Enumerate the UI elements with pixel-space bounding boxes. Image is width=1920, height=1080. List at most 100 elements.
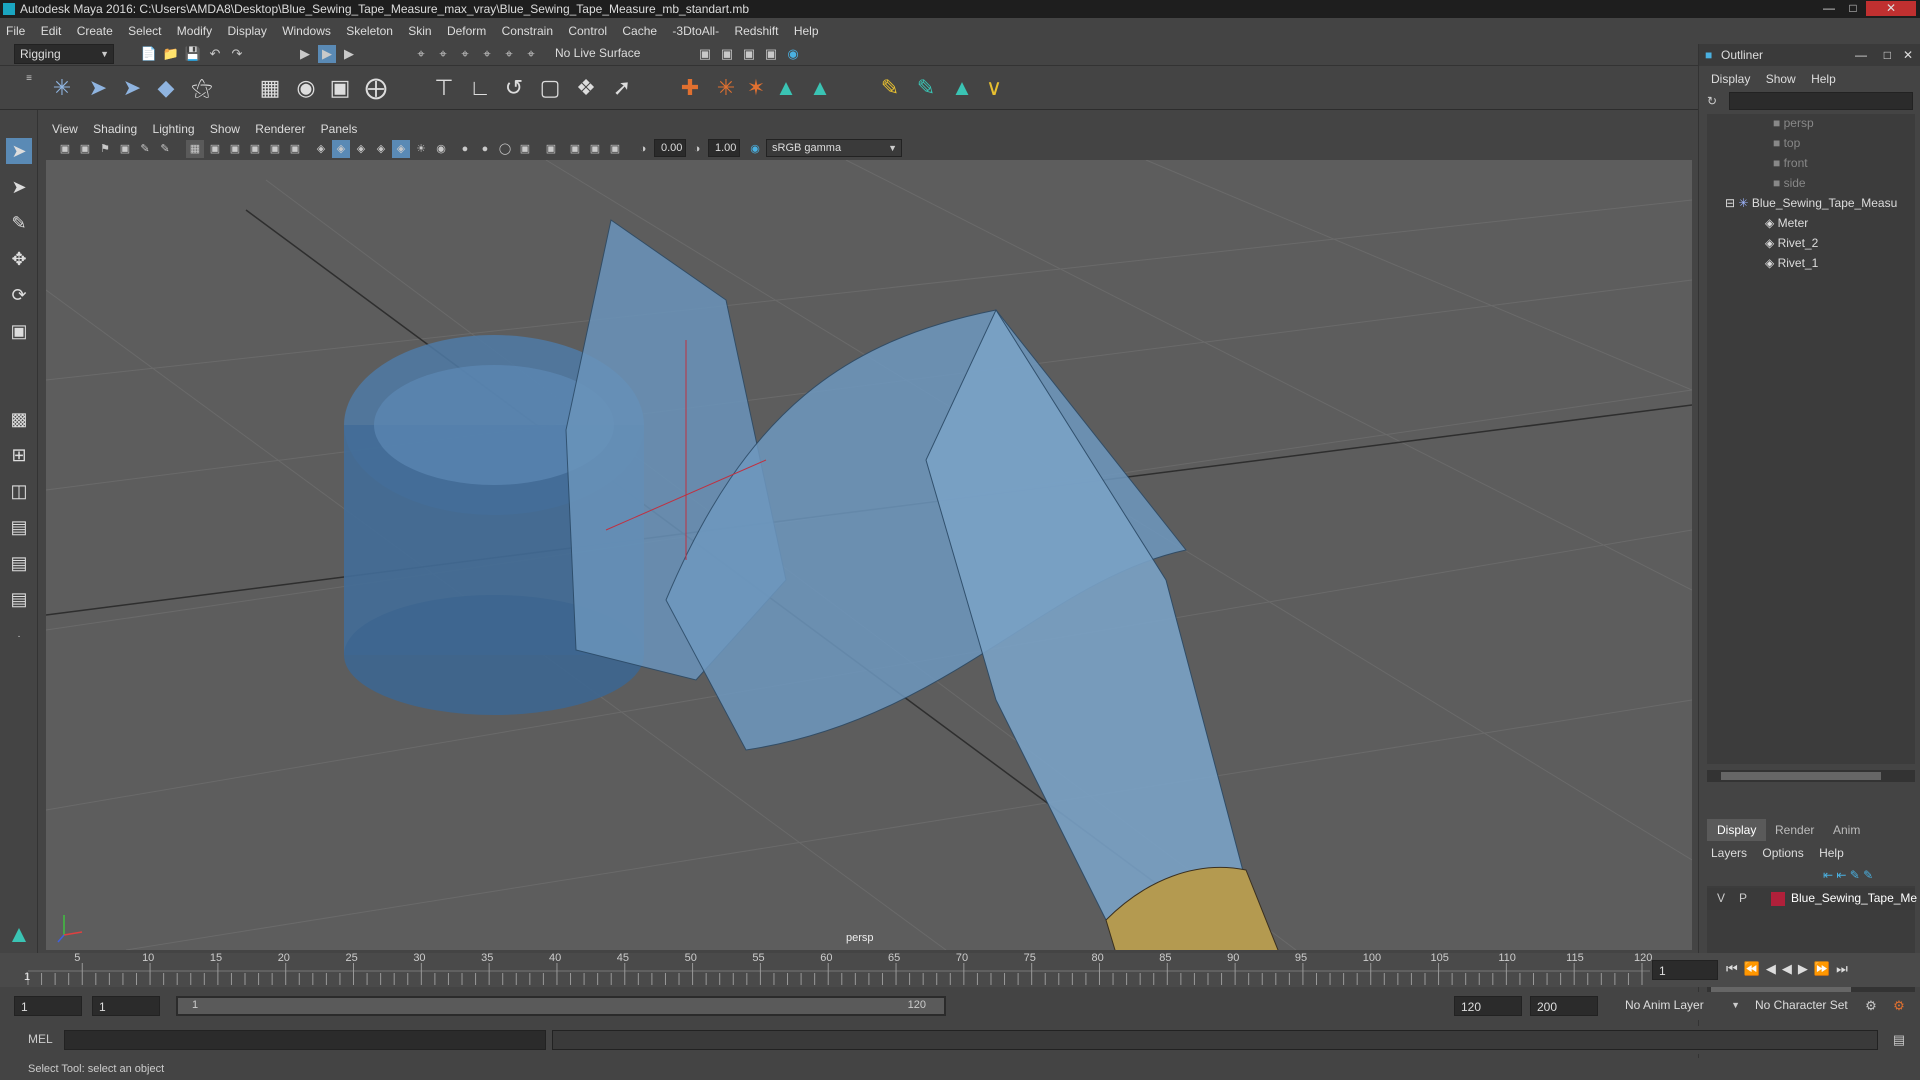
render-frame-icon[interactable]: ▣ [718,45,736,63]
select-hierarchy-icon[interactable]: ▶ [296,45,314,63]
minimize-icon[interactable]: — [1818,1,1840,16]
paint-weights-icon[interactable]: ◉ [292,74,320,102]
grid-toggle-icon[interactable]: ▦ [186,140,204,158]
step-forward-key-icon[interactable]: ⏩ [1814,961,1836,976]
new-scene-icon[interactable]: 📄 [140,45,158,63]
refresh-icon[interactable]: ↻ [1707,94,1723,110]
character-set-dropdown[interactable]: No Character Set [1750,996,1864,1016]
collapse-icon[interactable]: ⊟ [1725,196,1735,210]
tree-item-rivet-2[interactable]: ◈ Rivet_2 [1765,234,1818,252]
menu-edit[interactable]: Edit [35,20,68,42]
tree-item-persp[interactable]: ■ persp [1773,114,1814,132]
step-back-key-icon[interactable]: ⏪ [1744,961,1766,976]
image-plane-icon[interactable]: ▣ [116,140,134,158]
play-forward-icon[interactable]: ▶ [1798,961,1814,976]
grease-pencil-icon[interactable]: ✎ [156,140,174,158]
graph-layout-icon[interactable]: ▤ [6,550,32,576]
layer-name[interactable]: Blue_Sewing_Tape_Me [1791,891,1917,905]
menu-3dtoall[interactable]: -3DtoAll- [666,20,725,42]
xray-joints-icon[interactable]: ▣ [566,140,584,158]
menu-select[interactable]: Select [122,20,167,42]
human-ik-icon[interactable]: ⚝ [188,74,216,102]
scale-tool-icon[interactable]: ▣ [6,318,32,344]
layer-playback-toggle[interactable]: P [1739,891,1747,905]
live-surface-field[interactable]: No Live Surface [550,44,646,64]
menu-create[interactable]: Create [71,20,119,42]
gate-mask-icon[interactable]: ▣ [246,140,264,158]
toolbox-more-icon[interactable]: · [6,624,32,650]
isolate-select-icon[interactable]: ▣ [542,140,560,158]
smooth-shade-icon[interactable]: ◈ [332,140,350,158]
scroll-thumb[interactable] [1721,772,1881,780]
tape-measure-model[interactable] [344,219,1306,950]
outliner-hscrollbar[interactable] [1707,770,1915,782]
locator-icon[interactable]: ✚ [676,74,704,102]
shadows-icon[interactable]: ◉ [432,140,450,158]
safe-action-icon[interactable]: ▣ [286,140,304,158]
start-time-field[interactable]: 1 [14,996,82,1016]
mirror-joint-icon[interactable]: ◆ [152,74,180,102]
exposure-field[interactable]: 0.00 [654,139,686,157]
ik-handle-icon[interactable]: ➤ [84,74,112,102]
layer-color-swatch[interactable] [1771,892,1785,906]
ipr-render-icon[interactable]: ▣ [740,45,758,63]
gamma-field[interactable]: 1.00 [708,139,740,157]
xray-active-icon[interactable]: ▣ [586,140,604,158]
end-time-field[interactable]: 200 [1530,996,1598,1016]
select-component-icon[interactable]: ▶ [340,45,358,63]
joint-tool-icon[interactable]: ✳ [48,74,76,102]
menu-cache[interactable]: Cache [616,20,663,42]
panel-menu-lighting[interactable]: Lighting [147,120,201,138]
menu-modify[interactable]: Modify [171,20,218,42]
antialias-icon[interactable]: ◯ [496,140,514,158]
paint-select-icon[interactable]: ✎ [6,210,32,236]
maya-m3-icon[interactable]: ▲ [948,74,976,102]
point-constraint-icon[interactable]: ⊤ [430,74,458,102]
tree-item-front[interactable]: ■ front [1773,154,1808,172]
four-pane-icon[interactable]: ⊞ [6,442,32,468]
parent-constraint-icon[interactable]: ❖ [572,74,600,102]
range-slider-handle[interactable]: 1 120 [178,998,944,1014]
undo-icon[interactable]: ↶ [206,45,224,63]
orient-constraint-icon[interactable]: ↺ [500,74,528,102]
single-pane-icon[interactable]: ▩ [6,406,32,432]
two-d-pan-icon[interactable]: ✎ [136,140,154,158]
tree-item-meter[interactable]: ◈ Meter [1765,214,1808,232]
ambient-occlusion-icon[interactable]: ● [456,140,474,158]
color-space-dropdown[interactable]: sRGB gamma ▼ [766,139,902,157]
outliner-layout-icon[interactable]: ▤ [6,514,32,540]
save-scene-icon[interactable]: 💾 [184,45,202,63]
maximize-icon[interactable]: □ [1842,1,1864,16]
scale-constraint-icon[interactable]: ▢ [536,74,564,102]
paint-tool-icon[interactable]: ✎ [876,74,904,102]
step-back-frame-icon[interactable]: ◀ [1766,961,1782,976]
camera-select-icon[interactable]: ▣ [56,140,74,158]
camera-attr-icon[interactable]: ▣ [76,140,94,158]
menu-control[interactable]: Control [562,20,613,42]
sculpt-icon[interactable]: ✎ [912,74,940,102]
menuset-dropdown[interactable]: Rigging ▼ [14,44,114,64]
tab-render[interactable]: Render [1765,819,1824,841]
redo-icon[interactable]: ↷ [228,45,246,63]
hypershade-icon[interactable]: ◉ [784,45,802,63]
panel-maximize-icon[interactable]: □ [1884,44,1891,66]
menu-skin[interactable]: Skin [402,20,437,42]
layer-menu-options[interactable]: Options [1756,842,1809,864]
outliner-menu-help[interactable]: Help [1805,68,1842,90]
outliner-search-field[interactable] [1729,92,1913,110]
xray-icon[interactable]: ◈ [392,140,410,158]
select-tool-icon[interactable]: ➤ [6,138,32,164]
tree-item-root[interactable]: ⊟ ✳ Blue_Sewing_Tape_Measu [1725,194,1897,212]
field-chart-icon[interactable]: ▣ [266,140,284,158]
two-pane-icon[interactable]: ◫ [6,478,32,504]
close-icon[interactable]: ✕ [1866,1,1916,16]
menu-redshift[interactable]: Redshift [728,20,784,42]
outliner-menu-show[interactable]: Show [1760,68,1802,90]
mel-label[interactable]: MEL [28,1032,53,1046]
menu-file[interactable]: File [0,20,31,42]
bind-skin-icon[interactable]: ▦ [256,74,284,102]
tab-display[interactable]: Display [1707,819,1767,841]
layer-menu-layers[interactable]: Layers [1705,842,1753,864]
tree-item-rivet-1[interactable]: ◈ Rivet_1 [1765,254,1818,272]
skeleton-icon[interactable]: ✶ [742,74,770,102]
